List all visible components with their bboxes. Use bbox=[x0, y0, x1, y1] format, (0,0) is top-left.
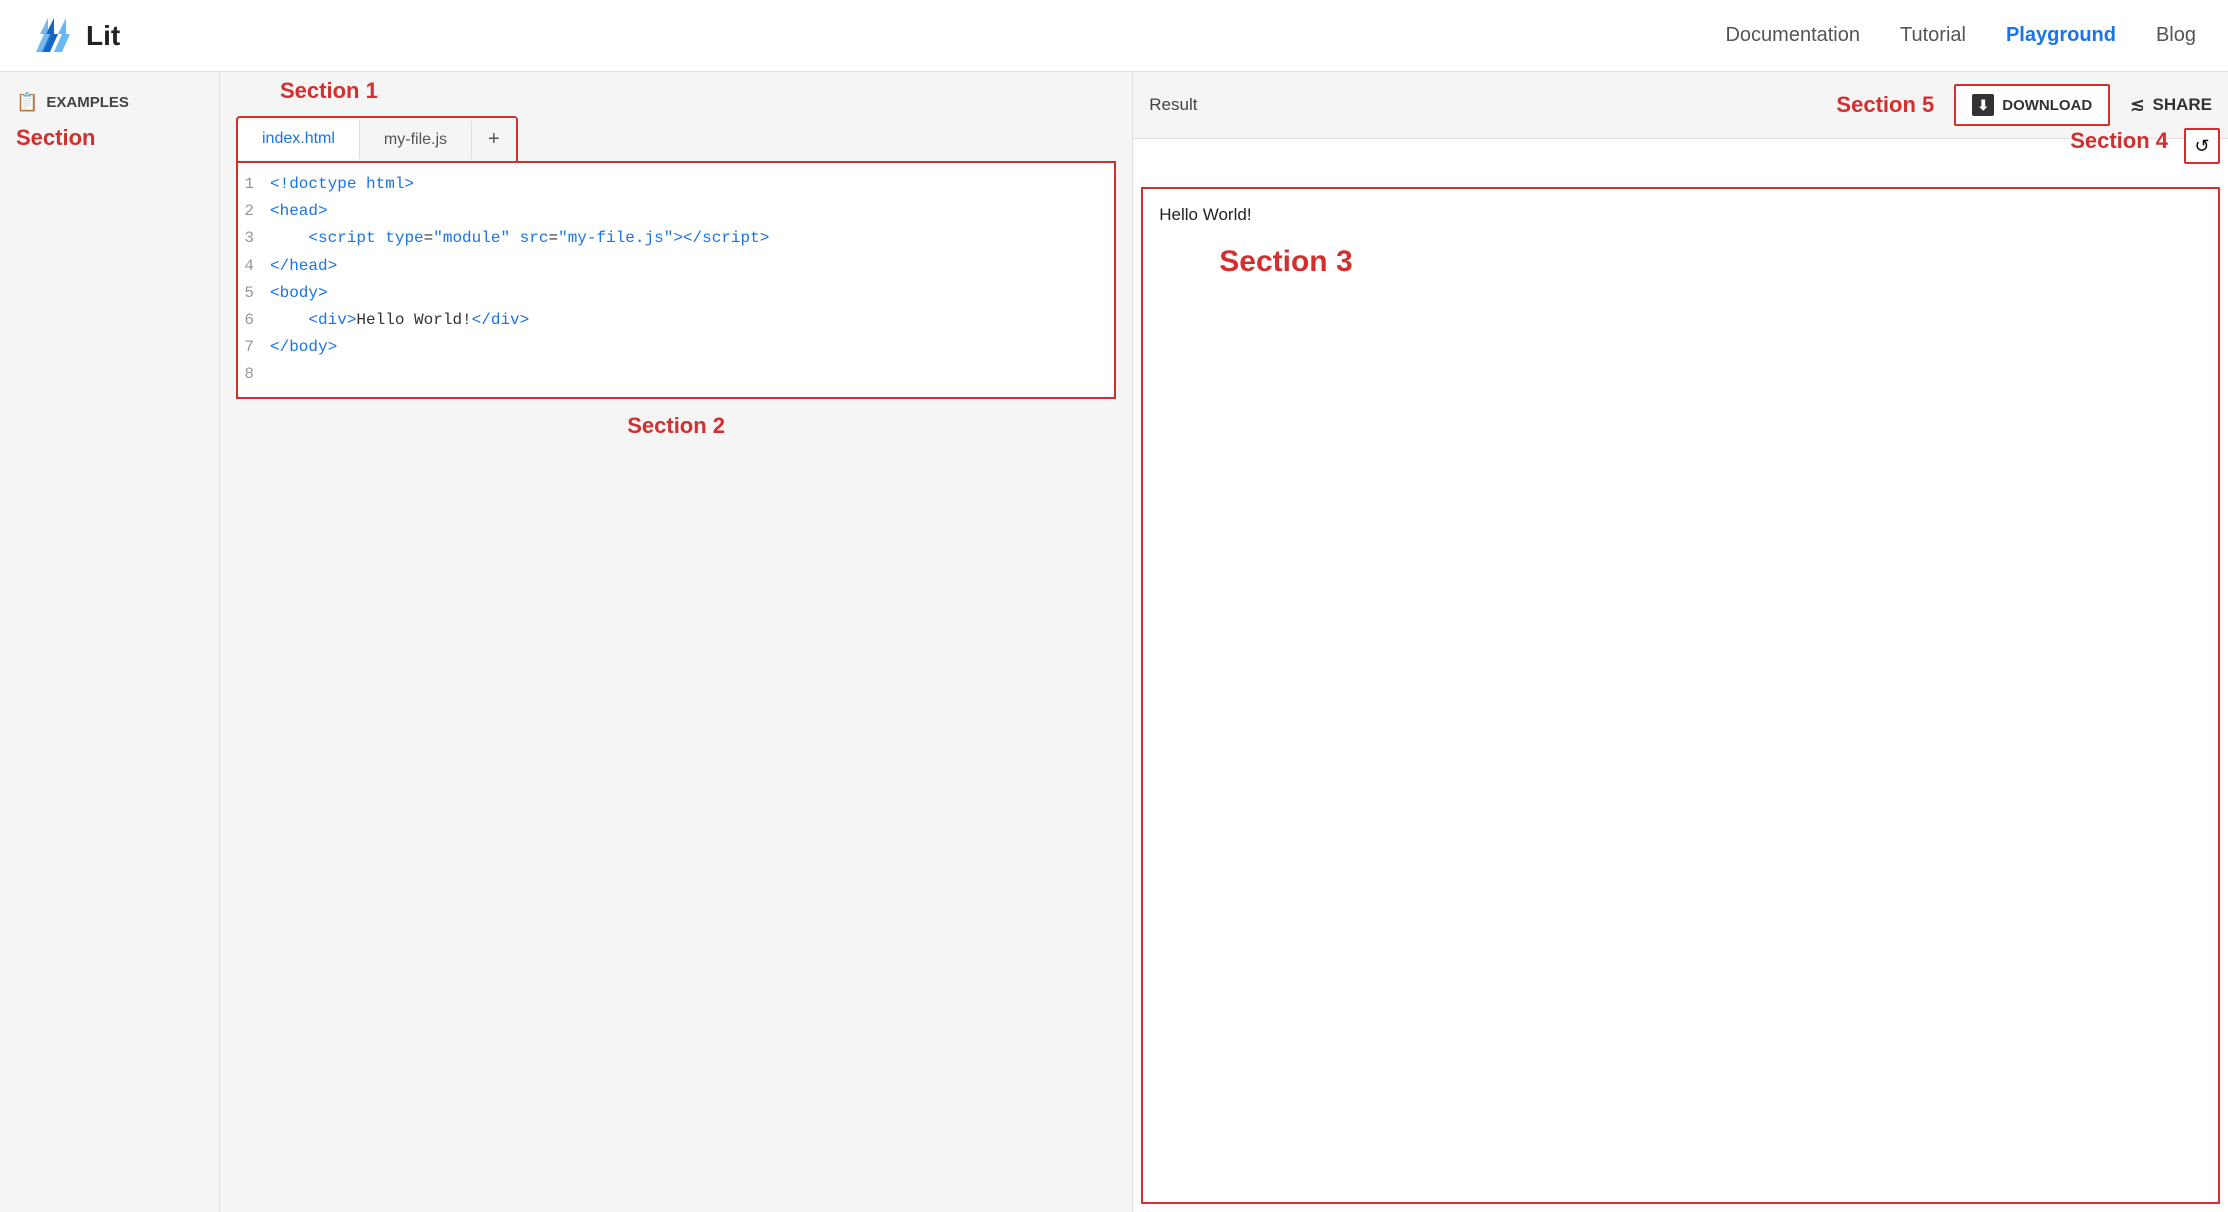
tab-my-file-js[interactable]: my-file.js bbox=[360, 121, 472, 159]
sidebar: 📋 EXAMPLES Section bbox=[0, 72, 220, 1212]
add-tab-button[interactable]: + bbox=[472, 118, 516, 161]
sidebar-title-text: EXAMPLES bbox=[46, 94, 129, 111]
line-num-4: 4 bbox=[238, 253, 270, 280]
line-content-1: <!doctype html> bbox=[270, 171, 414, 198]
line-content-8 bbox=[270, 361, 280, 388]
code-line-5: 5 <body> bbox=[238, 280, 1114, 307]
share-button[interactable]: ≲ SHARE bbox=[2130, 95, 2212, 115]
code-line-6: 6 <div>Hello World!</div> bbox=[238, 307, 1114, 334]
line-num-6: 6 bbox=[238, 307, 270, 334]
line-num-5: 5 bbox=[238, 280, 270, 307]
section2-label: Section 2 bbox=[220, 413, 1132, 439]
line-num-1: 1 bbox=[238, 171, 270, 198]
code-line-3: 3 <script type="module" src="my-file.js"… bbox=[238, 225, 1114, 252]
line-num-3: 3 bbox=[238, 225, 270, 252]
line-content-7: </body> bbox=[270, 334, 337, 361]
code-line-2: 2 <head> bbox=[238, 198, 1114, 225]
tab-index-html[interactable]: index.html bbox=[238, 120, 360, 160]
logo-text: Lit bbox=[86, 20, 120, 52]
sidebar-section-label: Section bbox=[16, 125, 203, 151]
sidebar-title: 📋 EXAMPLES bbox=[16, 92, 203, 113]
line-num-2: 2 bbox=[238, 198, 270, 225]
examples-icon: 📋 bbox=[16, 92, 38, 113]
result-content: Hello World! Section 3 bbox=[1141, 187, 2220, 1204]
nav-tutorial[interactable]: Tutorial bbox=[1900, 24, 1966, 47]
nav-links: Documentation Tutorial Playground Blog bbox=[1725, 24, 2196, 47]
line-num-8: 8 bbox=[238, 361, 270, 388]
nav-playground[interactable]: Playground bbox=[2006, 24, 2116, 47]
section1-label: Section 1 bbox=[280, 78, 378, 104]
line-content-3: <script type="module" src="my-file.js"><… bbox=[270, 225, 769, 252]
download-icon: ⬇ bbox=[1972, 94, 1994, 116]
tabs-bar: index.html my-file.js + bbox=[236, 116, 518, 161]
line-num-7: 7 bbox=[238, 334, 270, 361]
reload-icon: ↺ bbox=[2194, 136, 2209, 157]
result-header: Result Section 5 ⬇ DOWNLOAD ≲ SHARE bbox=[1133, 72, 2228, 139]
result-controls: Section 5 ⬇ DOWNLOAD ≲ SHARE bbox=[1836, 84, 2212, 126]
code-line-8: 8 bbox=[238, 361, 1114, 388]
share-label: SHARE bbox=[2152, 95, 2212, 115]
lit-logo-icon bbox=[32, 14, 76, 58]
line-content-6: <div>Hello World!</div> bbox=[270, 307, 529, 334]
line-content-2: <head> bbox=[270, 198, 328, 225]
code-editor[interactable]: 1 <!doctype html> 2 <head> 3 <script typ… bbox=[236, 161, 1116, 399]
section4-label: Section 4 bbox=[2070, 128, 2168, 154]
section5-label: Section 5 bbox=[1836, 92, 1934, 118]
line-content-5: <body> bbox=[270, 280, 328, 307]
nav-blog[interactable]: Blog bbox=[2156, 24, 2196, 47]
code-line-7: 7 </body> bbox=[238, 334, 1114, 361]
right-panel: Result Section 5 ⬇ DOWNLOAD ≲ SHARE Sect… bbox=[1132, 72, 2228, 1212]
download-button[interactable]: ⬇ DOWNLOAD bbox=[1954, 84, 2110, 126]
download-label: DOWNLOAD bbox=[2002, 97, 2092, 114]
main-layout: 📋 EXAMPLES Section Section 1 index.html … bbox=[0, 72, 2228, 1212]
share-icon: ≲ bbox=[2130, 95, 2144, 115]
logo-area: Lit bbox=[32, 14, 120, 58]
line-content-4: </head> bbox=[270, 253, 337, 280]
reload-button[interactable]: ↺ bbox=[2184, 128, 2220, 164]
code-line-1: 1 <!doctype html> bbox=[238, 171, 1114, 198]
nav-documentation[interactable]: Documentation bbox=[1725, 24, 1860, 47]
result-label: Result bbox=[1149, 95, 1197, 115]
section3-label: Section 3 bbox=[1219, 245, 2202, 279]
result-hello-world: Hello World! bbox=[1159, 205, 2202, 225]
editor-area: Section 1 index.html my-file.js + 1 <!do… bbox=[220, 72, 1132, 1212]
code-line-4: 4 </head> bbox=[238, 253, 1114, 280]
top-nav: Lit Documentation Tutorial Playground Bl… bbox=[0, 0, 2228, 72]
